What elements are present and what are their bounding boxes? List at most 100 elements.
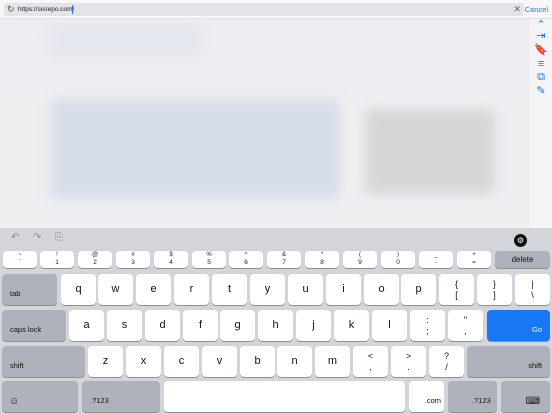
tabs-icon[interactable]: ⧉ xyxy=(533,71,549,84)
space-bar[interactable] xyxy=(164,381,405,412)
caps-lock-key[interactable]: caps lock xyxy=(2,310,66,341)
punct-key[interactable]: <, xyxy=(353,346,388,377)
key-r[interactable]: r xyxy=(174,274,209,305)
key-n[interactable]: n xyxy=(277,346,312,377)
key-l[interactable]: l xyxy=(372,310,407,341)
numbers-key-right[interactable]: .?123 xyxy=(448,381,497,412)
number-key-char: = xyxy=(472,259,476,266)
number-key-4[interactable]: $4 xyxy=(154,251,188,268)
number-key--[interactable]: _ - xyxy=(419,251,453,268)
tab-label: tab xyxy=(10,289,21,298)
number-key-=[interactable]: + = xyxy=(457,251,491,268)
number-key-shift-char: * xyxy=(320,252,324,258)
number-key-char: 6 xyxy=(244,259,248,266)
text-caret xyxy=(72,5,73,14)
number-key-shift-char: ~ xyxy=(18,252,22,258)
paste-icon[interactable]: ⎘ xyxy=(55,232,63,244)
punct-key[interactable]: ", xyxy=(448,310,483,341)
punct-char: ] xyxy=(493,290,496,300)
key-o[interactable]: o xyxy=(364,274,399,305)
key-h[interactable]: h xyxy=(258,310,293,341)
dot-com-key[interactable]: .com xyxy=(409,381,444,412)
key-a[interactable]: a xyxy=(69,310,104,341)
url-field[interactable]: ↻ https://sisrepo.com/ ✕ xyxy=(4,3,524,16)
punct-shift-char: { xyxy=(454,279,458,289)
clear-icon[interactable]: ✕ xyxy=(513,3,521,16)
number-key-6[interactable]: ^ 6 xyxy=(229,251,263,268)
shift-label: shift xyxy=(10,361,24,370)
key-t[interactable]: t xyxy=(212,274,247,305)
number-key-char: 0 xyxy=(396,259,400,266)
punct-key[interactable]: :; xyxy=(410,310,445,341)
key-g[interactable]: g xyxy=(220,310,255,341)
number-key-0[interactable]: ) 0 xyxy=(381,251,415,268)
number-key-shift-char: _ xyxy=(434,252,438,258)
key-z[interactable]: z xyxy=(88,346,123,377)
key-e[interactable]: e xyxy=(136,274,171,305)
key-k[interactable]: k xyxy=(334,310,369,341)
punct-shift-char: : xyxy=(426,315,429,325)
blurred-main-panel xyxy=(50,99,340,199)
number-key-7[interactable]: & 7 xyxy=(267,251,301,268)
key-m[interactable]: m xyxy=(315,346,350,377)
url-text[interactable]: https://sisrepo.com/ xyxy=(18,4,74,15)
go-label: Go xyxy=(531,325,542,334)
punct-shift-char: } xyxy=(492,279,496,289)
key-c[interactable]: c xyxy=(164,346,199,377)
shift-key-left[interactable]: shift xyxy=(2,346,85,377)
key-d[interactable]: d xyxy=(145,310,180,341)
key-p[interactable]: p xyxy=(401,274,436,305)
number-key-shift-char: ! xyxy=(56,252,58,258)
key-s[interactable]: s xyxy=(107,310,142,341)
go-key[interactable]: Go xyxy=(487,310,550,341)
punct-key[interactable]: | \ xyxy=(515,274,550,305)
number-key-char: 4 xyxy=(169,259,173,266)
hide-keyboard-key[interactable]: ⌨ xyxy=(501,381,550,412)
punct-key[interactable]: }] xyxy=(477,274,512,305)
side-toolbar: ⌃ ⇥ 🔖 ≡ ⧉ ✎ xyxy=(530,19,552,228)
punct-key[interactable]: {[ xyxy=(439,274,474,305)
bookmark-icon[interactable]: 🔖 xyxy=(533,44,549,57)
punct-shift-char: > xyxy=(405,351,412,361)
punct-char: \ xyxy=(531,290,534,300)
punct-char: , xyxy=(369,362,372,372)
number-key-char: 7 xyxy=(282,259,286,266)
numbers-key-left[interactable]: .?123 xyxy=(82,381,160,412)
settings-icon[interactable]: ⚙ xyxy=(514,234,527,247)
key-i[interactable]: i xyxy=(326,274,361,305)
key-j[interactable]: j xyxy=(296,310,331,341)
number-key-shift-char: & xyxy=(281,252,286,258)
delete-key[interactable]: delete xyxy=(495,251,550,268)
number-key-5[interactable]: % 5 xyxy=(192,251,226,268)
cancel-button[interactable]: Cancel xyxy=(525,3,548,16)
reader-icon[interactable]: ≡ xyxy=(533,58,549,71)
punct-key[interactable]: >. xyxy=(391,346,426,377)
reload-icon[interactable]: ↻ xyxy=(7,4,15,15)
punct-shift-char: < xyxy=(367,351,374,361)
undo-icon[interactable]: ↶ xyxy=(11,232,19,244)
key-u[interactable]: u xyxy=(288,274,323,305)
key-f[interactable]: f xyxy=(183,310,218,341)
number-key-2[interactable]: @2 xyxy=(78,251,112,268)
compose-icon[interactable]: ✎ xyxy=(533,85,549,98)
redo-icon[interactable]: ↷ xyxy=(33,232,41,244)
number-key-8[interactable]: * 8 xyxy=(305,251,339,268)
key-y[interactable]: y xyxy=(250,274,285,305)
number-key-9[interactable]: (9 xyxy=(343,251,377,268)
number-key-1[interactable]: ! 1 xyxy=(40,251,74,268)
key-q[interactable]: q xyxy=(61,274,96,305)
shift-key-right[interactable]: shift xyxy=(467,346,550,377)
number-key-char: 3 xyxy=(131,259,135,266)
key-x[interactable]: x xyxy=(126,346,161,377)
number-key-3[interactable]: #3 xyxy=(116,251,150,268)
emoji-key[interactable]: ☺ xyxy=(2,381,78,412)
key-v[interactable]: v xyxy=(202,346,237,377)
tab-key[interactable]: tab xyxy=(2,274,57,305)
punct-key[interactable]: ? / xyxy=(429,346,464,377)
number-key-`[interactable]: ~ ` xyxy=(3,251,37,268)
punct-char: [ xyxy=(455,290,458,300)
number-key-shift-char: # xyxy=(131,252,135,258)
key-b[interactable]: b xyxy=(240,346,275,377)
share-icon[interactable]: ⇥ xyxy=(533,30,549,43)
key-w[interactable]: w xyxy=(98,274,133,305)
